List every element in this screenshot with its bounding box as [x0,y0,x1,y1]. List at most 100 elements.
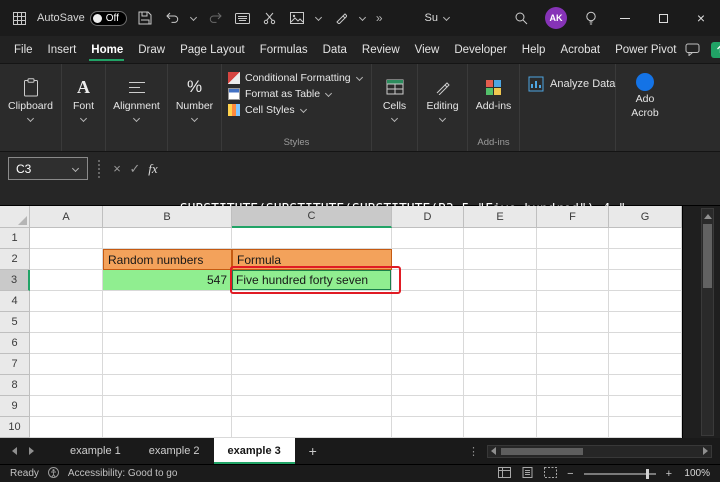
clipboard-group-button[interactable]: Clipboard [0,64,62,151]
cell-E6[interactable] [464,333,537,354]
insert-function-icon[interactable]: fx [144,157,162,180]
row-header-4[interactable]: 4 [0,291,30,312]
document-title-menu[interactable]: Su [425,12,451,24]
scroll-up-icon[interactable] [704,214,712,219]
row-header-1[interactable]: 1 [0,228,30,249]
number-group-button[interactable]: % Number [168,64,222,151]
cell-G7[interactable] [609,354,682,375]
row-header-9[interactable]: 9 [0,396,30,417]
cell-B5[interactable] [103,312,232,333]
cell-A3[interactable] [30,270,103,291]
cell-E1[interactable] [464,228,537,249]
column-header-B[interactable]: B [103,206,232,228]
format-painter-icon[interactable] [332,9,350,27]
cell-F4[interactable] [537,291,609,312]
undo-icon[interactable] [163,9,181,27]
app-grid-icon[interactable] [10,9,28,27]
cell-E7[interactable] [464,354,537,375]
row-header-2[interactable]: 2 [0,249,30,270]
cell-A10[interactable] [30,417,103,438]
cell-E3[interactable] [464,270,537,291]
column-header-D[interactable]: D [392,206,464,228]
cell-D6[interactable] [392,333,464,354]
sheet-tab-example-3[interactable]: example 3 [214,438,295,464]
row-header-6[interactable]: 6 [0,333,30,354]
cell-B4[interactable] [103,291,232,312]
cell-E2[interactable] [464,249,537,270]
cell-D2[interactable] [392,249,464,270]
cell-E10[interactable] [464,417,537,438]
autosave-toggle[interactable]: AutoSave Off [37,11,127,26]
zoom-slider-thumb[interactable] [646,469,649,479]
cell-D7[interactable] [392,354,464,375]
ribbon-tab-draw[interactable]: Draw [132,36,170,63]
horizontal-scrollbar-thumb[interactable] [501,448,583,455]
scroll-left-icon[interactable] [491,447,496,455]
column-header-E[interactable]: E [464,206,537,228]
conditional-formatting-button[interactable]: Conditional Formatting [228,72,365,84]
cell-G5[interactable] [609,312,682,333]
select-all-button[interactable] [0,206,30,228]
cell-C9[interactable] [232,396,392,417]
cell-C7[interactable] [232,354,392,375]
cell-B10[interactable] [103,417,232,438]
page-break-view-icon[interactable] [544,467,557,481]
cell-G1[interactable] [609,228,682,249]
chevron-down-icon[interactable] [359,14,367,22]
cell-G8[interactable] [609,375,682,396]
cell-D10[interactable] [392,417,464,438]
sheet-tab-example-2[interactable]: example 2 [135,438,214,464]
ribbon-tab-home[interactable]: Home [85,36,128,63]
sheet-tab-example-1[interactable]: example 1 [56,438,135,464]
cell-B3[interactable]: 547 [103,270,232,291]
save-icon[interactable] [136,9,154,27]
column-header-G[interactable]: G [609,206,682,228]
cell-B6[interactable] [103,333,232,354]
cell-D1[interactable] [392,228,464,249]
cell-G10[interactable] [609,417,682,438]
cell-G4[interactable] [609,291,682,312]
ribbon-tab-review[interactable]: Review [356,36,405,63]
alignment-group-button[interactable]: Alignment [106,64,168,151]
picture-icon[interactable] [288,9,306,27]
sheet-nav-right-icon[interactable] [29,447,34,455]
cell-E9[interactable] [464,396,537,417]
cut-icon[interactable] [261,9,279,27]
cell-A6[interactable] [30,333,103,354]
cell-B7[interactable] [103,354,232,375]
font-group-button[interactable]: A Font [62,64,106,151]
more-commands-icon[interactable]: » [376,11,383,25]
undo-dropdown-chevron-icon[interactable] [190,14,198,22]
cell-F3[interactable] [537,270,609,291]
search-icon[interactable] [506,9,536,27]
cell-C6[interactable] [232,333,392,354]
share-button[interactable] [711,42,720,58]
zoom-level[interactable]: 100% [682,468,710,479]
cell-D5[interactable] [392,312,464,333]
cell-F7[interactable] [537,354,609,375]
row-header-10[interactable]: 10 [0,417,30,438]
scroll-right-icon[interactable] [703,447,708,455]
cell-D3[interactable] [392,270,464,291]
ribbon-tab-file[interactable]: File [8,36,38,63]
column-header-A[interactable]: A [30,206,103,228]
cell-D4[interactable] [392,291,464,312]
cell-D8[interactable] [392,375,464,396]
analyze-data-button[interactable]: Analyze Data [528,74,615,94]
cell-F10[interactable] [537,417,609,438]
ribbon-tab-page-layout[interactable]: Page Layout [174,36,250,63]
minimize-button[interactable] [606,0,644,36]
cell-A4[interactable] [30,291,103,312]
row-header-5[interactable]: 5 [0,312,30,333]
comments-icon[interactable] [683,41,701,59]
cell-G6[interactable] [609,333,682,354]
cell-B8[interactable] [103,375,232,396]
editing-group-button[interactable]: Editing [418,64,468,151]
cell-C5[interactable] [232,312,392,333]
row-header-3[interactable]: 3 [0,270,30,291]
cell-C10[interactable] [232,417,392,438]
add-ins-group-button[interactable]: Add-ins Add-ins [468,64,520,151]
ribbon-tab-acrobat[interactable]: Acrobat [554,36,605,63]
ribbon-tab-data[interactable]: Data [317,36,352,63]
cell-F6[interactable] [537,333,609,354]
